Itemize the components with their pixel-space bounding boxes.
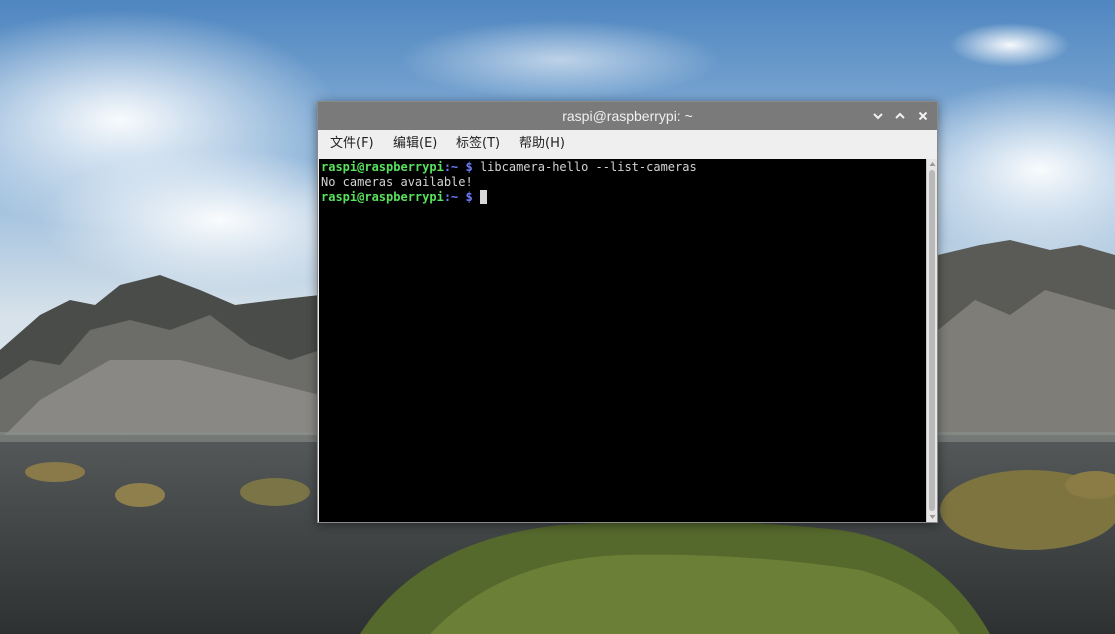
output-text: No cameras available!: [321, 175, 473, 189]
cloud: [400, 20, 720, 100]
prompt-user: raspi@raspberrypi: [321, 160, 444, 174]
terminal-line: No cameras available!: [321, 175, 924, 190]
text-cursor: [479, 190, 487, 204]
menu-help[interactable]: 帮助(H): [517, 130, 567, 158]
grass-tuft: [115, 483, 165, 507]
scroll-up-arrow-icon[interactable]: [928, 160, 937, 168]
desktop-wallpaper: raspi@raspberrypi: ~ 文件(F) 编辑(E) 标签(T) 帮…: [0, 0, 1115, 634]
scrollbar-thumb[interactable]: [929, 170, 935, 511]
command-text: libcamera-hello --list-cameras: [472, 160, 697, 174]
menu-file[interactable]: 文件(F): [328, 130, 376, 158]
grass-tuft: [25, 462, 85, 482]
chevron-up-icon[interactable]: [893, 109, 907, 123]
window-title: raspi@raspberrypi: ~: [562, 108, 693, 124]
prompt-path: :~ $: [443, 160, 473, 174]
terminal-line: raspi@raspberrypi:~ $ libcamera-hello --…: [321, 160, 924, 175]
cloud: [950, 23, 1070, 67]
menu-tabs[interactable]: 标签(T): [454, 130, 502, 158]
chevron-down-icon[interactable]: [871, 109, 885, 123]
menu-edit[interactable]: 编辑(E): [391, 130, 439, 158]
close-icon[interactable]: [916, 109, 930, 123]
scroll-down-arrow-icon[interactable]: [928, 513, 937, 521]
terminal-output[interactable]: raspi@raspberrypi:~ $ libcamera-hello --…: [319, 159, 926, 522]
window-titlebar[interactable]: raspi@raspberrypi: ~: [318, 102, 937, 130]
mountain-right-slope: [938, 290, 1115, 435]
menu-bar: 文件(F) 编辑(E) 标签(T) 帮助(H): [318, 130, 937, 158]
prompt-path: :~ $: [443, 190, 473, 204]
terminal-window[interactable]: raspi@raspberrypi: ~ 文件(F) 编辑(E) 标签(T) 帮…: [317, 101, 938, 523]
vertical-scrollbar[interactable]: [926, 159, 937, 522]
command-text: [473, 190, 480, 204]
prompt-user: raspi@raspberrypi: [321, 190, 444, 204]
terminal-line: raspi@raspberrypi:~ $: [321, 190, 924, 205]
grass-tuft: [240, 478, 310, 506]
